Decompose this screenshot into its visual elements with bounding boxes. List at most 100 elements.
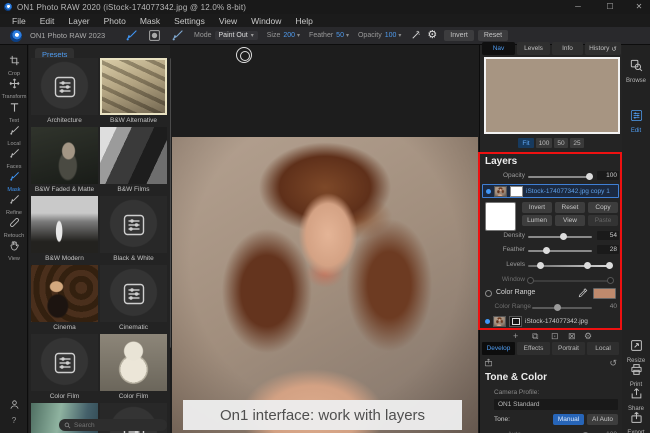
slider-track[interactable] (526, 277, 615, 284)
tool-crop[interactable]: Crop (0, 53, 28, 77)
zoom-100-button[interactable]: 100 (536, 138, 552, 148)
perfect-brush-icon[interactable] (148, 29, 161, 42)
mask-invert-button[interactable]: Invert (522, 202, 552, 213)
zoom-fit-button[interactable]: Fit (518, 138, 534, 148)
resize-button[interactable]: Resize (622, 339, 650, 364)
share-button[interactable]: Share (622, 387, 650, 412)
edit-module-button[interactable]: Edit (622, 109, 650, 134)
photo-portrait[interactable] (172, 137, 478, 433)
preset-tile-bw-alternative[interactable]: B&W Alternative (100, 58, 167, 127)
tool-view[interactable]: View (0, 238, 28, 262)
export-button[interactable]: Export (622, 411, 650, 433)
slider-handle[interactable] (607, 277, 615, 284)
zoom-25-button[interactable]: 25 (570, 138, 584, 148)
slider-handle[interactable] (526, 277, 534, 284)
layer-opacity-slider[interactable]: Opacity 100 (480, 171, 621, 181)
layer-row-base[interactable]: iStock-174077342.jpg (482, 314, 619, 328)
levels-highlight-handle[interactable] (606, 262, 614, 269)
layer-visibility-icon[interactable] (486, 188, 491, 194)
refine-brush-icon[interactable] (171, 29, 184, 42)
preset-tile-bw-modern[interactable]: B&W Modern (31, 196, 98, 265)
close-button[interactable]: ✕ (626, 0, 650, 14)
preset-tile-color-film-2[interactable]: Color Film (100, 334, 167, 403)
tool-transform[interactable]: Transform (0, 76, 28, 100)
account-button[interactable] (0, 397, 28, 415)
color-range-swatch[interactable] (593, 288, 616, 299)
tab-effects[interactable]: Effects (517, 342, 550, 355)
slider-track[interactable] (528, 262, 614, 269)
reset-mask-button[interactable]: Reset (477, 30, 509, 41)
color-range-slider[interactable]: Color Range 40 (480, 302, 621, 312)
levels-mid-handle[interactable] (583, 262, 591, 269)
perfect-eraser-wand-icon[interactable] (410, 30, 421, 41)
size-caret-icon[interactable]: ▾ (297, 32, 300, 39)
invert-mask-button[interactable]: Invert (444, 30, 474, 41)
slider-handle[interactable] (554, 304, 562, 311)
preset-tile-color-film-1[interactable]: Color Film (31, 334, 98, 403)
slider-track[interactable] (528, 247, 592, 254)
navigator-preview[interactable] (484, 57, 620, 134)
tab-develop[interactable]: Develop (482, 342, 515, 355)
mask-copy-button[interactable]: Copy (588, 202, 618, 213)
feather-caret-icon[interactable]: ▾ (346, 32, 349, 39)
delete-layer-icon[interactable]: ⊠ (568, 331, 576, 342)
menu-edit[interactable]: Edit (33, 16, 62, 26)
brush-settings-gear-icon[interactable]: ⚙ (427, 30, 437, 41)
camera-profile-dropdown[interactable]: ON1 Standard (494, 399, 618, 410)
layer-settings-gear-icon[interactable]: ⚙ (584, 331, 592, 342)
layer-row-copy[interactable]: iStock-174077342.jpg copy 1 (482, 184, 619, 198)
preset-tile-bw-films[interactable]: B&W Films (100, 127, 167, 196)
feather-value[interactable]: 50 (336, 32, 344, 39)
opacity-caret-icon[interactable]: ▾ (398, 32, 401, 39)
layer-visibility-icon[interactable] (485, 318, 490, 324)
tone-ai-auto-button[interactable]: AI Auto (587, 414, 618, 425)
reset-develop-icon[interactable]: ↺ (609, 358, 617, 369)
add-layer-icon[interactable]: + (513, 331, 518, 341)
mask-view-button[interactable]: View (555, 215, 585, 226)
tab-nav[interactable]: Nav (482, 42, 515, 55)
duplicate-layer-icon[interactable]: ⧉ (532, 331, 538, 342)
menu-file[interactable]: File (5, 16, 33, 26)
tab-local[interactable]: Local (587, 342, 619, 355)
preset-tile-cinematic[interactable]: Cinematic (100, 265, 167, 334)
tool-faces[interactable]: Faces (0, 146, 28, 170)
paint-brush-icon[interactable] (125, 29, 138, 42)
levels-shadow-handle[interactable] (536, 262, 544, 269)
menu-help[interactable]: Help (288, 16, 319, 26)
mask-reset-button[interactable]: Reset (555, 202, 585, 213)
mask-lumen-button[interactable]: Lumen (522, 215, 552, 226)
zoom-50-button[interactable]: 50 (554, 138, 568, 148)
mode-dropdown[interactable]: Paint Out ▾ (214, 31, 258, 40)
slider-track[interactable] (528, 173, 594, 180)
preset-tile-cinema[interactable]: Cinema (31, 265, 98, 334)
tool-text[interactable]: Text (0, 100, 28, 124)
slider-handle[interactable] (559, 233, 567, 240)
color-range-toggle[interactable] (485, 290, 492, 297)
eyedropper-icon[interactable] (578, 288, 588, 298)
search-input[interactable] (74, 421, 154, 429)
preset-tile-black-white[interactable]: Black & White (100, 196, 167, 265)
preset-tile-architecture[interactable]: Architecture (31, 58, 98, 127)
apply-settings-icon[interactable] (484, 358, 493, 367)
size-value[interactable]: 200 (283, 32, 295, 39)
tool-mask[interactable]: Mask (0, 169, 28, 193)
window-slider[interactable]: Window (480, 275, 621, 285)
slider-handle[interactable] (586, 173, 594, 180)
print-button[interactable]: Print (622, 363, 650, 388)
opacity-value[interactable]: 100 (385, 32, 397, 39)
tool-refine[interactable]: Refine (0, 192, 28, 216)
minimize-button[interactable]: ─ (565, 0, 591, 14)
slider-track[interactable] (532, 304, 592, 311)
layer-mask-thumbnail[interactable] (510, 185, 523, 197)
tab-info[interactable]: Info (552, 42, 583, 55)
help-button[interactable]: ? (0, 416, 28, 425)
merge-layer-icon[interactable]: ⊡ (551, 331, 559, 342)
levels-slider[interactable]: Levels (480, 260, 621, 270)
menu-window[interactable]: Window (244, 16, 288, 26)
slider-track[interactable] (528, 233, 592, 240)
preset-search-bar[interactable] (59, 419, 167, 431)
menu-view[interactable]: View (212, 16, 244, 26)
menu-layer[interactable]: Layer (61, 16, 96, 26)
preset-tile-bw-faded-matte[interactable]: B&W Faded & Matte (31, 127, 98, 196)
mask-preview-thumbnail[interactable] (485, 202, 516, 231)
